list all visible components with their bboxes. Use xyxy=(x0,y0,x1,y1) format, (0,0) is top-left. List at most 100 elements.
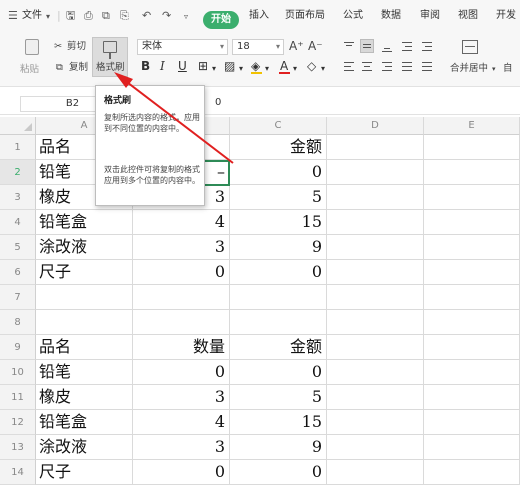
tab-view[interactable]: 视图 xyxy=(458,9,478,23)
decrease-font-icon[interactable]: A⁻ xyxy=(308,40,323,52)
tab-review[interactable]: 审阅 xyxy=(420,9,440,23)
cell-d[interactable] xyxy=(327,160,424,185)
font-name-select[interactable]: 宋体 ▾ xyxy=(137,39,228,55)
cell-d[interactable] xyxy=(327,310,424,335)
row-header[interactable]: 11 xyxy=(0,385,36,410)
cell-c[interactable] xyxy=(230,285,327,310)
cell-d[interactable] xyxy=(327,460,424,485)
distributed-align-icon[interactable] xyxy=(420,60,434,74)
font-color-icon[interactable]: A xyxy=(280,59,288,73)
cell-c[interactable]: 15 xyxy=(230,210,327,235)
cell-a[interactable]: 尺子 xyxy=(36,260,133,285)
tab-page-layout[interactable]: 页面布局 xyxy=(285,9,325,23)
cell-b[interactable]: 3 xyxy=(133,235,230,260)
align-bottom-icon[interactable] xyxy=(380,40,394,54)
cell-e[interactable] xyxy=(424,310,520,335)
auto-wrap-button[interactable]: 自 xyxy=(503,63,513,75)
tab-formulas[interactable]: 公式 xyxy=(343,9,363,23)
cell-e[interactable] xyxy=(424,360,520,385)
paste-button[interactable]: 粘贴 xyxy=(20,36,46,82)
cut-button[interactable]: 剪切 xyxy=(67,41,86,53)
cell-d[interactable] xyxy=(327,335,424,360)
formula-input[interactable]: 0 xyxy=(215,97,221,108)
select-all-corner[interactable] xyxy=(0,117,36,135)
align-top-icon[interactable] xyxy=(342,40,356,54)
cell-c[interactable] xyxy=(230,310,327,335)
align-right-icon[interactable] xyxy=(380,60,394,74)
cell-a[interactable]: 铅笔 xyxy=(36,360,133,385)
tab-start[interactable]: 开始 xyxy=(203,11,239,29)
cell-d[interactable] xyxy=(327,360,424,385)
cell-e[interactable] xyxy=(424,335,520,360)
cell-d[interactable] xyxy=(327,285,424,310)
cell-e[interactable] xyxy=(424,160,520,185)
row-header[interactable]: 6 xyxy=(0,260,36,285)
chevron-down-icon[interactable]: ▾ xyxy=(46,10,50,24)
save-icon[interactable]: 🖫 xyxy=(66,9,75,23)
cell-b[interactable]: 0 xyxy=(133,260,230,285)
cell-d[interactable] xyxy=(327,210,424,235)
row-header[interactable]: 8 xyxy=(0,310,36,335)
cell-a[interactable] xyxy=(36,310,133,335)
clear-format-icon[interactable]: ◇ xyxy=(307,59,316,73)
cell-e[interactable] xyxy=(424,210,520,235)
cell-c[interactable]: 5 xyxy=(230,185,327,210)
align-middle-icon[interactable] xyxy=(360,39,374,53)
indent-decrease-icon[interactable] xyxy=(400,40,414,54)
chevron-down-icon[interactable]: ▾ xyxy=(212,62,216,76)
format-painter-button[interactable]: 格式刷 xyxy=(92,37,128,77)
cell-e[interactable] xyxy=(424,435,520,460)
cell-b[interactable] xyxy=(133,285,230,310)
undo-icon[interactable]: ↶ xyxy=(142,9,151,23)
indent-increase-icon[interactable] xyxy=(420,40,434,54)
justify-icon[interactable] xyxy=(400,60,414,74)
row-header[interactable]: 5 xyxy=(0,235,36,260)
tab-insert[interactable]: 插入 xyxy=(249,9,269,23)
row-header[interactable]: 1 xyxy=(0,135,36,160)
fill-pattern-icon[interactable]: ▨ xyxy=(224,59,235,73)
row-header[interactable]: 7 xyxy=(0,285,36,310)
cell-c[interactable]: 9 xyxy=(230,235,327,260)
cell-c[interactable]: 0 xyxy=(230,360,327,385)
row-header[interactable]: 10 xyxy=(0,360,36,385)
row-header[interactable]: 4 xyxy=(0,210,36,235)
cell-d[interactable] xyxy=(327,135,424,160)
cell-a[interactable]: 铅笔盒 xyxy=(36,410,133,435)
cell-a[interactable]: 涂改液 xyxy=(36,435,133,460)
cell-d[interactable] xyxy=(327,235,424,260)
cell-c[interactable]: 0 xyxy=(230,460,327,485)
cell-a[interactable]: 铅笔盒 xyxy=(36,210,133,235)
cell-c[interactable]: 金额 xyxy=(230,335,327,360)
cell-b[interactable] xyxy=(133,310,230,335)
hamburger-icon[interactable]: ☰ xyxy=(8,9,18,23)
cut-icon[interactable]: ✂ xyxy=(54,41,62,53)
chevron-down-icon[interactable]: ▾ xyxy=(265,62,269,76)
cell-b[interactable]: 3 xyxy=(133,385,230,410)
row-header[interactable]: 14 xyxy=(0,460,36,485)
column-header-d[interactable]: D xyxy=(327,117,424,135)
cell-e[interactable] xyxy=(424,185,520,210)
underline-icon[interactable]: U xyxy=(178,59,187,73)
row-header[interactable]: 3 xyxy=(0,185,36,210)
cell-c[interactable]: 0 xyxy=(230,260,327,285)
align-left-icon[interactable] xyxy=(342,60,356,74)
row-header[interactable]: 2 xyxy=(0,160,36,185)
increase-font-icon[interactable]: A⁺ xyxy=(289,40,304,52)
cell-d[interactable] xyxy=(327,435,424,460)
cell-b[interactable]: 4 xyxy=(133,410,230,435)
align-center-icon[interactable] xyxy=(360,60,374,74)
cell-b[interactable]: 4 xyxy=(133,210,230,235)
chevron-down-icon[interactable]: ▾ xyxy=(321,62,325,76)
chevron-down-icon[interactable]: ▾ xyxy=(293,62,297,76)
tab-data[interactable]: 数据 xyxy=(381,9,401,23)
cell-e[interactable] xyxy=(424,385,520,410)
output-icon[interactable]: ⎘ xyxy=(120,9,129,23)
cell-e[interactable] xyxy=(424,260,520,285)
font-size-select[interactable]: 18 ▾ xyxy=(232,39,284,55)
column-header-e[interactable]: E xyxy=(424,117,520,135)
cell-c[interactable]: 9 xyxy=(230,435,327,460)
border-icon[interactable]: ⊞ xyxy=(198,59,208,73)
cell-e[interactable] xyxy=(424,135,520,160)
cell-a[interactable] xyxy=(36,285,133,310)
file-menu[interactable]: 文件 xyxy=(22,9,42,23)
